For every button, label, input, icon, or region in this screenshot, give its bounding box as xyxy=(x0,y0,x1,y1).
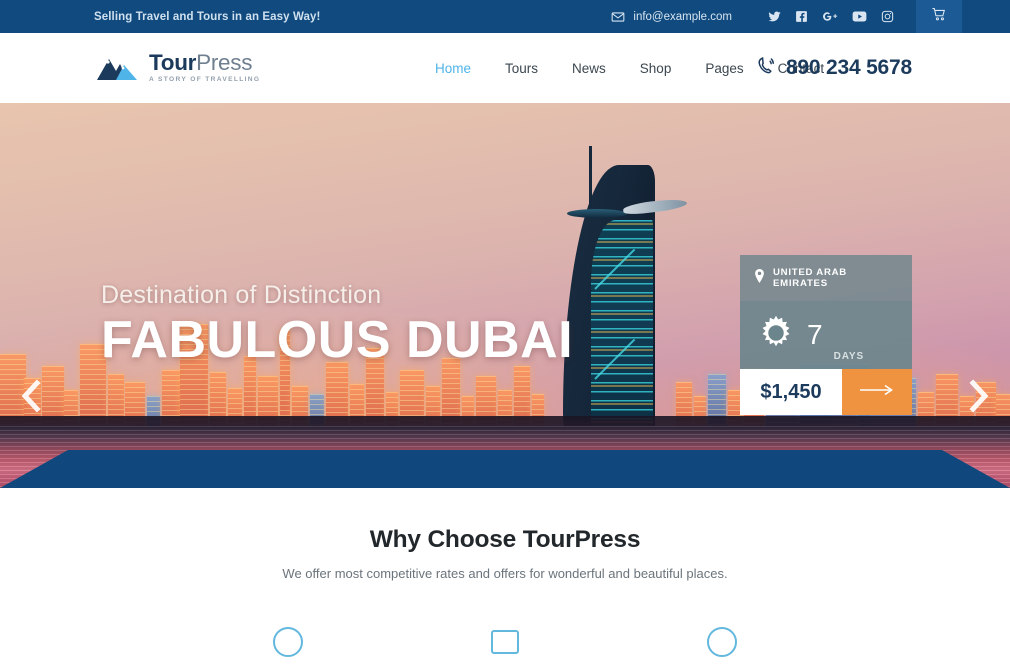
nav-item-tours[interactable]: Tours xyxy=(488,33,555,103)
site-header: TourPress A STORY OF TRAVELLING Home Tou… xyxy=(0,33,1010,103)
nav-item-shop[interactable]: Shop xyxy=(623,33,689,103)
feature-list xyxy=(0,625,1010,664)
phone-number: 890 234 5678 xyxy=(785,56,912,79)
logo-tagline: A STORY OF TRAVELLING xyxy=(149,76,261,84)
why-choose-subtitle: We offer most competitive rates and offe… xyxy=(282,566,728,581)
phone-link[interactable]: 890 234 5678 xyxy=(756,55,912,81)
tour-info-card: UNITED ARAB EMIRATES 7 DAYS $1,450 xyxy=(740,255,912,415)
facebook-icon[interactable] xyxy=(795,10,808,23)
tour-duration-row: 7 DAYS xyxy=(740,301,912,369)
support-circle-icon xyxy=(271,625,305,664)
top-bar: Selling Travel and Tours in an Easy Way!… xyxy=(0,0,1010,33)
hero-title: FABULOUS DUBAI xyxy=(101,311,574,369)
globe-circle-icon xyxy=(705,625,739,664)
nav-item-news[interactable]: News xyxy=(555,33,623,103)
why-choose-section: Why Choose TourPress We offer most compe… xyxy=(0,488,1010,664)
hero-bottom-banner xyxy=(0,450,1010,488)
envelope-icon xyxy=(611,10,625,24)
top-bar-spacer xyxy=(962,0,1010,33)
nav-item-pages[interactable]: Pages xyxy=(688,33,760,103)
logo-text: TourPress A STORY OF TRAVELLING xyxy=(149,49,261,84)
tour-details-button[interactable] xyxy=(842,369,912,415)
tour-price-row: $1,450 xyxy=(740,369,912,415)
tour-duration-unit: DAYS xyxy=(833,351,865,362)
logo-name-light: Press xyxy=(196,49,253,75)
twitter-icon[interactable] xyxy=(768,10,781,23)
hero-copy: Destination of Distinction FABULOUS DUBA… xyxy=(101,281,573,368)
wallet-square-icon xyxy=(488,625,522,664)
nav-item-home[interactable]: Home xyxy=(418,33,488,103)
youtube-icon[interactable] xyxy=(852,10,867,23)
tour-location-row: UNITED ARAB EMIRATES xyxy=(740,255,912,301)
logo[interactable]: TourPress A STORY OF TRAVELLING xyxy=(96,49,261,84)
top-bar-tagline: Selling Travel and Tours in an Easy Way! xyxy=(94,10,321,23)
tour-price: $1,450 xyxy=(740,369,842,415)
google-plus-icon[interactable] xyxy=(822,10,838,23)
chevron-right-icon xyxy=(966,378,992,418)
sun-icon xyxy=(756,313,796,358)
social-links xyxy=(768,10,894,23)
tour-country: UNITED ARAB EMIRATES xyxy=(773,267,847,289)
map-pin-icon xyxy=(754,268,765,288)
shopping-cart-button[interactable] xyxy=(916,0,962,33)
phone-icon xyxy=(756,55,777,81)
mountain-logo-icon xyxy=(96,53,138,83)
email-link[interactable]: info@example.com xyxy=(611,10,732,24)
instagram-icon[interactable] xyxy=(881,10,894,23)
tour-duration-value: 7 xyxy=(807,319,823,350)
hero-slider: Destination of Distinction FABULOUS DUBA… xyxy=(0,103,1010,488)
email-address: info@example.com xyxy=(633,10,732,23)
top-bar-right-group: info@example.com xyxy=(611,0,1010,33)
hero-subtitle: Destination of Distinction xyxy=(101,281,382,309)
hero-prev-button[interactable] xyxy=(11,378,51,418)
logo-name-bold: Tour xyxy=(149,49,197,75)
chevron-left-icon xyxy=(18,378,44,418)
hero-next-button[interactable] xyxy=(959,378,999,418)
arrow-right-icon xyxy=(858,383,896,402)
shopping-cart-icon xyxy=(931,7,947,27)
why-choose-title: Why Choose TourPress xyxy=(369,526,641,553)
